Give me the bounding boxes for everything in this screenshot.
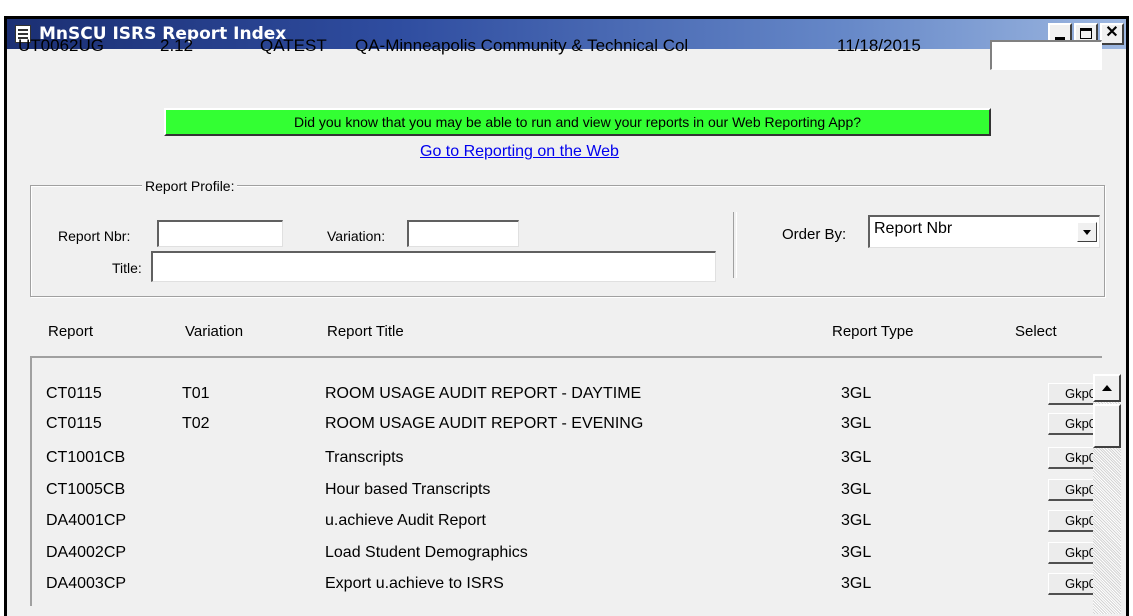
order-by-select[interactable]: Report Nbr (868, 215, 1100, 248)
cell-title: Export u.achieve to ISRS (325, 575, 504, 592)
institution-name: QA-Minneapolis Community & Technical Col (355, 36, 689, 55)
maximize-icon (1080, 28, 1092, 39)
cell-report: DA4003CP (46, 575, 127, 592)
profile-separator (733, 212, 737, 278)
cell-report: CT0115 (46, 415, 102, 432)
header-input-field[interactable] (990, 40, 1102, 70)
table-row: DA4001CP u.achieve Audit Report 3GL Gkp0 (40, 510, 1114, 533)
order-by-label: Order By: (782, 226, 847, 243)
table-row: CT1001CB Transcripts 3GL Gkp0 (40, 447, 1114, 470)
cell-type: 3GL (841, 415, 872, 432)
cell-type: 3GL (841, 481, 872, 498)
cell-type: 3GL (841, 544, 872, 561)
column-header-select: Select (1015, 323, 1057, 340)
report-nbr-input[interactable] (157, 220, 283, 247)
title-input[interactable] (151, 251, 716, 282)
cell-type: 3GL (841, 449, 872, 466)
scroll-up-arrow-icon[interactable] (1093, 374, 1121, 402)
cell-type: 3GL (841, 575, 872, 592)
cell-type: 3GL (841, 512, 872, 529)
environment-name: QATEST (260, 36, 327, 55)
report-profile-legend: Report Profile: (142, 178, 238, 194)
cell-title: ROOM USAGE AUDIT REPORT - EVENING (325, 415, 644, 432)
cell-report: DA4002CP (46, 544, 127, 561)
cell-title: Hour based Transcripts (325, 481, 491, 498)
cell-type: 3GL (841, 385, 872, 402)
column-header-variation: Variation (185, 323, 244, 340)
cell-report: CT0115 (46, 385, 102, 402)
cell-title: Load Student Demographics (325, 544, 528, 561)
column-header-report: Report (48, 323, 94, 340)
close-button[interactable]: ✕ (1100, 23, 1124, 45)
cell-title: u.achieve Audit Report (325, 512, 486, 529)
cell-report: CT1001CB (46, 449, 126, 466)
table-row: CT0115 T02 ROOM USAGE AUDIT REPORT - EVE… (40, 413, 1114, 436)
column-header-title: Report Title (327, 323, 404, 340)
web-reporting-link[interactable]: Go to Reporting on the Web (420, 143, 619, 161)
column-header-type: Report Type (832, 323, 914, 340)
cell-report: CT1005CB (46, 481, 126, 498)
table-row: CT0115 T01 ROOM USAGE AUDIT REPORT - DAY… (40, 383, 1114, 406)
cell-report: DA4001CP (46, 512, 127, 529)
scrollbar-thumb[interactable] (1093, 404, 1121, 448)
cell-variation: T02 (182, 415, 210, 432)
cell-title: Transcripts (325, 449, 404, 466)
report-date: 11/18/2015 (837, 36, 921, 55)
variation-input[interactable] (407, 220, 519, 247)
title-label: Title: (112, 260, 142, 276)
report-id: UT0062UG (18, 36, 104, 55)
variation-label: Variation: (327, 228, 386, 244)
cell-variation: T01 (182, 385, 210, 402)
report-nbr-label: Report Nbr: (58, 228, 131, 244)
cell-title: ROOM USAGE AUDIT REPORT - DAYTIME (325, 385, 642, 402)
web-reporting-banner: Did you know that you may be able to run… (164, 108, 991, 136)
table-row: DA4003CP Export u.achieve to ISRS 3GL Gk… (40, 573, 1114, 596)
table-row: CT1005CB Hour based Transcripts 3GL Gkp0 (40, 479, 1114, 502)
order-by-value: Report Nbr (874, 220, 953, 237)
chevron-down-icon[interactable] (1077, 222, 1097, 242)
table-row: DA4002CP Load Student Demographics 3GL G… (40, 542, 1114, 565)
version-number: 2.12 (160, 36, 194, 55)
